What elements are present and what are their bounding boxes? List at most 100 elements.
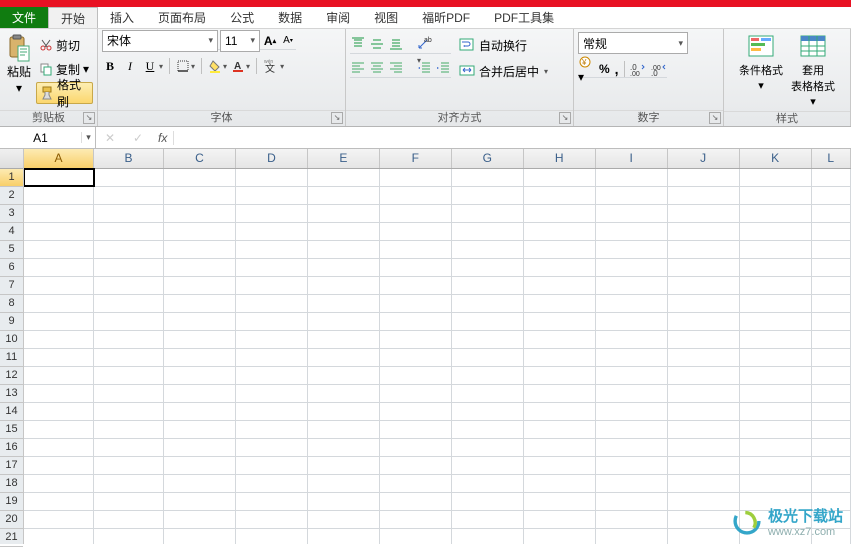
cell[interactable] (452, 349, 524, 366)
cell[interactable] (308, 475, 380, 492)
column-header[interactable]: D (236, 149, 308, 168)
select-all-corner[interactable] (0, 149, 23, 169)
cell[interactable] (596, 475, 668, 492)
cell[interactable] (524, 511, 596, 528)
cell[interactable] (236, 367, 308, 384)
cell[interactable] (24, 295, 94, 312)
cell[interactable] (596, 205, 668, 222)
cell[interactable] (308, 205, 380, 222)
cell[interactable] (94, 475, 164, 492)
cell[interactable] (380, 493, 452, 510)
cell[interactable] (596, 493, 668, 510)
cell[interactable] (308, 169, 380, 186)
cell[interactable] (596, 529, 668, 544)
cell[interactable] (740, 241, 812, 258)
cell[interactable] (308, 295, 380, 312)
cell[interactable] (308, 277, 380, 294)
cell[interactable] (452, 529, 524, 544)
column-header[interactable]: H (524, 149, 596, 168)
cell[interactable] (236, 403, 308, 420)
cell[interactable] (308, 187, 380, 204)
cell[interactable] (668, 493, 740, 510)
row-header[interactable]: 17 (0, 457, 23, 475)
cell[interactable] (812, 331, 851, 348)
row-header[interactable]: 6 (0, 259, 23, 277)
cell[interactable] (380, 457, 452, 474)
cell[interactable] (524, 439, 596, 456)
cell[interactable] (596, 277, 668, 294)
cell[interactable] (668, 259, 740, 276)
tab-pdf-tools[interactable]: PDF工具集 (482, 7, 566, 28)
cell[interactable] (24, 313, 94, 330)
cell[interactable] (236, 205, 308, 222)
cell[interactable] (740, 277, 812, 294)
format-painter-button[interactable]: 格式刷 (36, 82, 93, 104)
cell[interactable] (24, 259, 94, 276)
cell[interactable] (380, 169, 452, 186)
cell[interactable] (236, 259, 308, 276)
cell[interactable] (668, 457, 740, 474)
tab-home[interactable]: 开始 (48, 7, 98, 28)
cell[interactable] (524, 241, 596, 258)
font-color-button[interactable]: A▾ (231, 59, 250, 73)
cell[interactable] (596, 385, 668, 402)
cell[interactable] (380, 439, 452, 456)
cell[interactable] (164, 349, 236, 366)
cell[interactable] (24, 421, 94, 438)
tab-file[interactable]: 文件 (0, 7, 48, 28)
column-header[interactable]: E (308, 149, 380, 168)
cell[interactable] (24, 385, 94, 402)
cell[interactable] (24, 529, 94, 544)
cell[interactable] (94, 205, 164, 222)
wrap-text-button[interactable]: 自动换行 (459, 34, 548, 56)
cell[interactable] (812, 169, 851, 186)
cell[interactable] (164, 187, 236, 204)
cell[interactable] (452, 493, 524, 510)
cell[interactable] (164, 367, 236, 384)
cell[interactable] (308, 349, 380, 366)
cell[interactable] (94, 529, 164, 544)
cell[interactable] (740, 385, 812, 402)
column-header[interactable]: G (452, 149, 524, 168)
cell[interactable] (452, 187, 524, 204)
cell[interactable] (236, 187, 308, 204)
cell[interactable] (164, 313, 236, 330)
dialog-launcher-icon[interactable]: ↘ (83, 112, 95, 124)
tab-page-layout[interactable]: 页面布局 (146, 7, 218, 28)
fx-icon[interactable]: fx (152, 131, 174, 145)
cell[interactable] (236, 277, 308, 294)
cell[interactable] (164, 403, 236, 420)
cell[interactable] (164, 439, 236, 456)
align-right-icon[interactable] (388, 60, 404, 77)
cell[interactable] (164, 223, 236, 240)
dialog-launcher-icon[interactable]: ↘ (709, 112, 721, 124)
cell[interactable] (668, 511, 740, 528)
cell[interactable] (24, 169, 94, 186)
cell[interactable] (24, 241, 94, 258)
decrease-decimal-icon[interactable]: .00.0 (651, 62, 667, 76)
cell[interactable] (812, 385, 851, 402)
cell[interactable] (380, 331, 452, 348)
cell[interactable] (94, 223, 164, 240)
cell[interactable] (308, 313, 380, 330)
cell[interactable] (668, 241, 740, 258)
cell[interactable] (236, 349, 308, 366)
cell[interactable] (740, 313, 812, 330)
cell[interactable] (24, 187, 94, 204)
row-header[interactable]: 14 (0, 403, 23, 421)
cell[interactable] (236, 457, 308, 474)
fill-color-button[interactable]: ▾ (208, 59, 227, 73)
cell[interactable] (452, 169, 524, 186)
cell[interactable] (164, 421, 236, 438)
cell[interactable] (24, 475, 94, 492)
cell[interactable] (94, 421, 164, 438)
cell[interactable] (94, 385, 164, 402)
cell[interactable] (596, 421, 668, 438)
cell[interactable] (380, 421, 452, 438)
cell[interactable] (452, 241, 524, 258)
accounting-format-button[interactable]: ¥▾ (578, 54, 594, 84)
format-as-table-button[interactable]: 套用 表格格式 ▾ (790, 33, 836, 108)
cell[interactable] (812, 241, 851, 258)
conditional-format-button[interactable]: 条件格式 ▾ (738, 33, 784, 92)
cell[interactable] (380, 277, 452, 294)
